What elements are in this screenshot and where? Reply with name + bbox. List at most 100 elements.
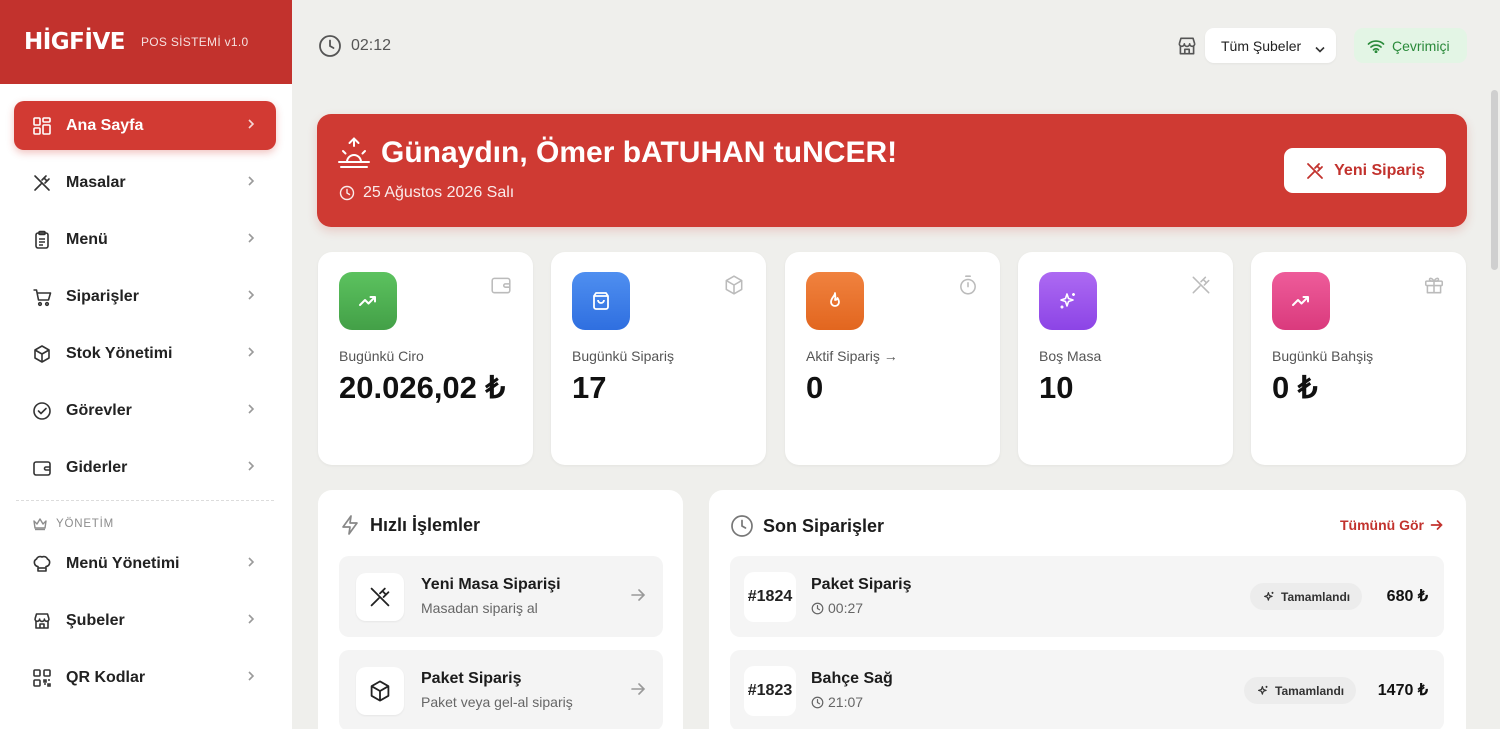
trending-up-icon bbox=[339, 272, 397, 330]
quick-action-new-table-order[interactable]: Yeni Masa Siparişi Masadan sipariş al bbox=[339, 556, 663, 637]
sidebar: HİGFİVE POS SİSTEMİ v1.0 Ana Sayfa Masal… bbox=[0, 0, 292, 729]
cart-icon bbox=[32, 287, 52, 307]
topbar: 02:12 Tüm Şubeler Çevrimiçi bbox=[292, 0, 1500, 90]
sidebar-item-stok-yonetimi[interactable]: Stok Yönetimi bbox=[14, 329, 276, 378]
order-time: 00:27 bbox=[811, 600, 863, 616]
sidebar-item-label: Menü bbox=[66, 230, 108, 248]
box-icon bbox=[723, 274, 745, 301]
clock-icon bbox=[319, 35, 341, 57]
sidebar-item-menu[interactable]: Menü bbox=[14, 215, 276, 264]
order-time-text: 00:27 bbox=[828, 600, 864, 616]
branch-select-value: Tüm Şubeler bbox=[1221, 37, 1302, 54]
order-row[interactable]: #1824 Paket Sipariş 00:27 Tamamlandı 680… bbox=[730, 556, 1444, 637]
chevron-right-icon bbox=[246, 117, 256, 136]
sidebar-item-giderler[interactable]: Giderler bbox=[14, 443, 276, 492]
stat-label: Bugünkü Bahşiş bbox=[1272, 348, 1374, 364]
sidebar-item-label: Siparişler bbox=[66, 287, 139, 305]
sidebar-item-label: Menü Yönetimi bbox=[66, 554, 180, 572]
chevron-right-icon bbox=[246, 555, 256, 574]
brand-header: HİGFİVE POS SİSTEMİ v1.0 bbox=[0, 0, 292, 84]
order-id: #1823 bbox=[744, 666, 796, 716]
sidebar-item-ana-sayfa[interactable]: Ana Sayfa bbox=[14, 101, 276, 150]
quick-actions-panel: Hızlı İşlemler Yeni Masa Siparişi Masada… bbox=[318, 490, 683, 729]
sidebar-item-label: Giderler bbox=[66, 458, 128, 476]
status-text: Tamamlandı bbox=[1281, 589, 1351, 604]
stat-label: Aktif Sipariş → bbox=[806, 348, 898, 364]
greeting-text: Günaydın, Ömer bATUHAN tuNCER! bbox=[381, 136, 898, 169]
stat-label: Boş Masa bbox=[1039, 348, 1102, 364]
clock-icon bbox=[339, 185, 355, 201]
stat-label: Bugünkü Ciro bbox=[339, 348, 424, 364]
flame-icon bbox=[806, 272, 864, 330]
order-name: Bahçe Sağ bbox=[811, 670, 893, 687]
stat-card-aktif-siparis[interactable]: Aktif Sipariş → 0 bbox=[785, 252, 1000, 465]
check-circle-icon bbox=[32, 401, 52, 421]
chevron-down-icon bbox=[1314, 41, 1326, 57]
wallet-icon bbox=[490, 274, 512, 301]
sidebar-item-gorevler[interactable]: Görevler bbox=[14, 386, 276, 435]
recent-orders-header: Son Siparişler bbox=[730, 514, 884, 538]
quick-action-package-order[interactable]: Paket Sipariş Paket veya gel-al sipariş bbox=[339, 650, 663, 729]
see-all-label: Tümünü Gör bbox=[1340, 517, 1424, 533]
sidebar-item-qr-kodlar[interactable]: QR Kodlar bbox=[14, 653, 276, 702]
quick-actions-title: Hızlı İşlemler bbox=[370, 514, 481, 535]
see-all-link[interactable]: Tümünü Gör bbox=[1340, 517, 1444, 533]
quick-actions-header: Hızlı İşlemler bbox=[339, 514, 480, 536]
scrollbar[interactable] bbox=[1491, 90, 1498, 270]
box-icon bbox=[356, 667, 404, 715]
online-status-label: Çevrimiçi bbox=[1392, 37, 1450, 54]
stat-card-ciro: Bugünkü Ciro 20.026,02 ₺ bbox=[318, 252, 533, 465]
quick-action-subtitle: Masadan sipariş al bbox=[421, 600, 538, 616]
status-badge: Tamamlandı bbox=[1250, 583, 1363, 610]
utensils-crossed-icon bbox=[32, 173, 52, 193]
store-icon bbox=[1176, 35, 1198, 62]
sidebar-nav: Ana Sayfa Masalar Menü Siparişler Stok Y… bbox=[0, 84, 292, 702]
sidebar-item-masalar[interactable]: Masalar bbox=[14, 158, 276, 207]
sidebar-item-label: QR Kodlar bbox=[66, 668, 146, 686]
stat-card-bos-masa: Boş Masa 10 bbox=[1018, 252, 1233, 465]
arrow-right-icon bbox=[1430, 520, 1443, 530]
clock-icon bbox=[811, 696, 824, 708]
brand-version: POS SİSTEMİ v1.0 bbox=[140, 35, 249, 49]
section-label-yonetim: YÖNETİM bbox=[14, 515, 276, 533]
chevron-right-icon bbox=[246, 288, 256, 307]
brand-logo: HİGFİVE bbox=[24, 29, 125, 55]
sidebar-item-label: Stok Yönetimi bbox=[66, 344, 173, 362]
utensils-crossed-icon bbox=[1190, 274, 1212, 301]
order-time-text: 21:07 bbox=[828, 694, 864, 710]
online-status: Çevrimiçi bbox=[1354, 28, 1467, 63]
order-id: #1824 bbox=[744, 572, 796, 622]
qr-code-icon bbox=[32, 668, 52, 688]
sparkles-icon bbox=[1039, 272, 1097, 330]
chevron-right-icon bbox=[246, 402, 256, 421]
sidebar-item-label: Şubeler bbox=[66, 611, 125, 629]
branch-select[interactable]: Tüm Şubeler bbox=[1205, 28, 1336, 63]
sidebar-item-label: Görevler bbox=[66, 401, 132, 419]
order-amount: 1470 ₺ bbox=[1377, 682, 1428, 699]
crown-icon bbox=[33, 518, 47, 531]
sidebar-item-siparisler[interactable]: Siparişler bbox=[14, 272, 276, 321]
section-label-text: YÖNETİM bbox=[56, 518, 114, 530]
date: 25 Ağustos 2026 Salı bbox=[339, 184, 514, 202]
sidebar-item-label: Masalar bbox=[66, 173, 126, 191]
store-icon bbox=[32, 611, 52, 631]
trending-up-icon bbox=[1272, 272, 1330, 330]
stat-value: 17 bbox=[572, 370, 607, 405]
wallet-icon bbox=[32, 458, 52, 478]
chevron-right-icon bbox=[246, 174, 256, 193]
timer-icon bbox=[957, 274, 979, 301]
gift-icon bbox=[1423, 274, 1445, 301]
chevron-right-icon bbox=[246, 231, 256, 250]
sidebar-item-subeler[interactable]: Şubeler bbox=[14, 596, 276, 645]
arrow-right-icon bbox=[630, 588, 646, 607]
sidebar-item-menu-yonetimi[interactable]: Menü Yönetimi bbox=[14, 539, 276, 588]
order-row[interactable]: #1823 Bahçe Sağ 21:07 Tamamlandı 1470 ₺ bbox=[730, 650, 1444, 729]
recent-orders-panel: Son Siparişler Tümünü Gör #1824 Paket Si… bbox=[709, 490, 1466, 729]
utensils-crossed-icon bbox=[1307, 162, 1324, 179]
greeting: Günaydın, Ömer bATUHAN tuNCER! bbox=[337, 136, 897, 170]
sparkles-icon bbox=[1257, 685, 1268, 695]
clock-icon bbox=[731, 515, 753, 537]
chevron-right-icon bbox=[246, 612, 256, 631]
new-order-button[interactable]: Yeni Sipariş bbox=[1284, 148, 1446, 193]
shopping-bag-icon bbox=[572, 272, 630, 330]
